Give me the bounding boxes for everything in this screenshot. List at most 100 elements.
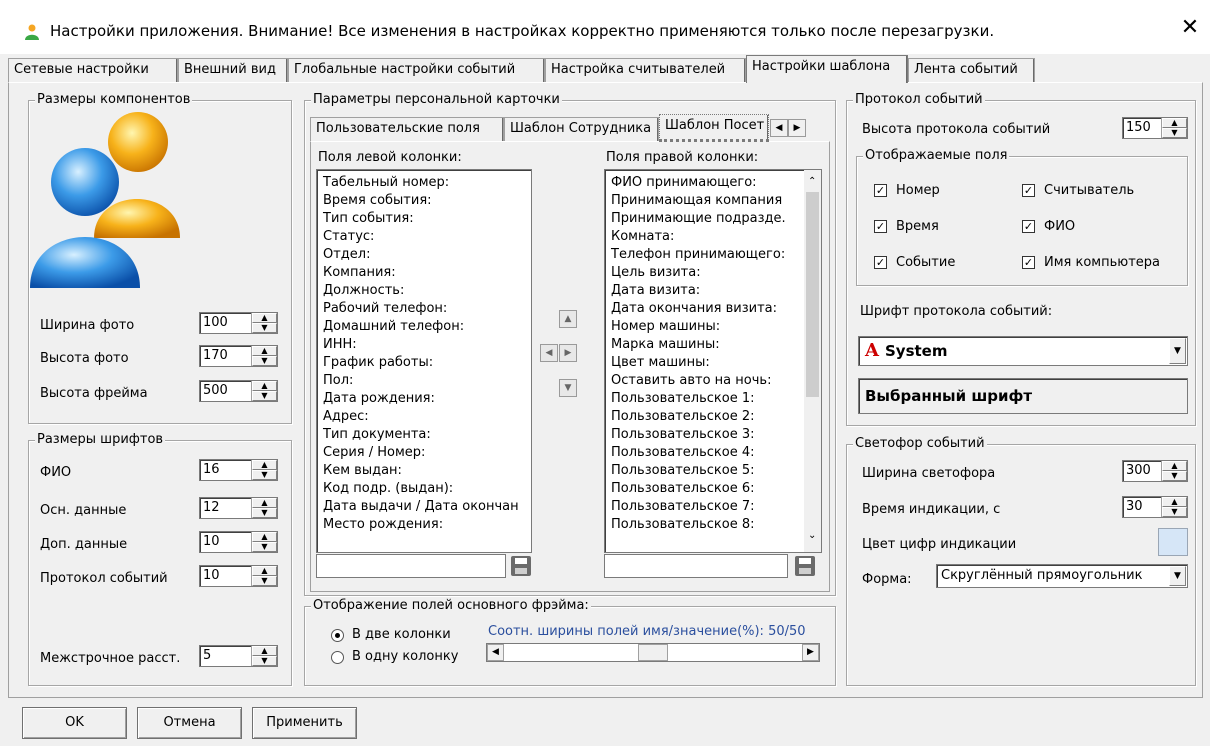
ok-button[interactable]: OK	[22, 707, 127, 739]
chevron-down-icon[interactable]: ▼	[1169, 338, 1186, 364]
left-field-input[interactable]	[316, 554, 506, 578]
frame-height-spinner[interactable]: 500 ▲ ▼	[199, 380, 278, 402]
up-arrow-icon[interactable]: ▲	[252, 646, 277, 656]
up-arrow-icon[interactable]: ▲	[252, 498, 277, 508]
scroll-up-icon[interactable]: ⌃	[808, 176, 816, 187]
list-item[interactable]: Рабочий телефон:	[323, 300, 447, 318]
field-computer-label[interactable]: Имя компьютера	[1044, 255, 1160, 270]
field-event-checkbox[interactable]: ✓	[874, 256, 887, 269]
list-item[interactable]: Должность:	[323, 282, 404, 300]
list-item[interactable]: Компания:	[323, 264, 396, 282]
list-item[interactable]: ИНН:	[323, 336, 357, 354]
field-fio-checkbox[interactable]: ✓	[1022, 220, 1035, 233]
two-columns-label[interactable]: В две колонки	[352, 627, 451, 642]
fio-size-spinner[interactable]: 16 ▲ ▼	[199, 459, 278, 481]
ratio-slider[interactable]: ◀ ▶	[486, 643, 820, 662]
two-columns-radio[interactable]	[331, 629, 344, 642]
list-item[interactable]: Дата окончания визита:	[611, 300, 777, 318]
list-item[interactable]: Цвет машины:	[611, 354, 710, 372]
shape-select[interactable]: Скруглённый прямоугольник ▼	[936, 564, 1188, 588]
list-item[interactable]: Цель визита:	[611, 264, 701, 282]
left-fields-list[interactable]: Табельный номер: Время события: Тип собы…	[316, 169, 532, 553]
list-item[interactable]: Телефон принимающего:	[611, 246, 785, 264]
list-item[interactable]: Серия / Номер:	[323, 444, 425, 462]
list-item[interactable]: Пол:	[323, 372, 353, 390]
extra-data-size-spinner[interactable]: 10 ▲ ▼	[199, 531, 278, 553]
main-data-size-spinner[interactable]: 12 ▲ ▼	[199, 497, 278, 519]
up-arrow-icon[interactable]: ▲	[252, 460, 277, 470]
list-item[interactable]: Адрес:	[323, 408, 369, 426]
font-select[interactable]: A System ▼	[858, 336, 1188, 366]
down-arrow-icon[interactable]: ▼	[252, 576, 277, 586]
one-column-radio[interactable]	[331, 651, 344, 664]
indication-time-spinner[interactable]: 30 ▲ ▼	[1122, 496, 1188, 518]
protocol-size-spinner[interactable]: 10 ▲ ▼	[199, 565, 278, 587]
apply-button[interactable]: Применить	[252, 707, 357, 739]
down-arrow-icon[interactable]: ▼	[1162, 507, 1187, 517]
tab-event-feed[interactable]: Лента событий	[908, 58, 1035, 82]
list-item[interactable]: Пользовательское 8:	[611, 516, 754, 534]
close-icon[interactable]: ✕	[1178, 16, 1202, 40]
up-arrow-icon[interactable]: ▲	[252, 566, 277, 576]
up-arrow-icon[interactable]: ▲	[252, 381, 277, 391]
photo-width-spinner[interactable]: 100 ▲ ▼	[199, 312, 278, 334]
slider-right-icon[interactable]: ▶	[802, 644, 819, 661]
save-icon[interactable]	[794, 555, 816, 577]
list-item[interactable]: Домашний телефон:	[323, 318, 464, 336]
protocol-height-spinner[interactable]: 150 ▲ ▼	[1122, 117, 1188, 139]
tab-scroll-left-icon[interactable]: ◀	[770, 119, 788, 137]
list-item[interactable]: Пользовательское 3:	[611, 426, 754, 444]
slider-thumb[interactable]	[638, 644, 668, 661]
tab-template[interactable]: Настройки шаблона	[746, 55, 908, 83]
field-time-checkbox[interactable]: ✓	[874, 220, 887, 233]
list-item[interactable]: Комната:	[611, 228, 674, 246]
save-icon[interactable]	[510, 555, 532, 577]
move-down-icon[interactable]: ▼	[559, 379, 577, 397]
list-item[interactable]: Табельный номер:	[323, 174, 449, 192]
traffic-width-spinner[interactable]: 300 ▲ ▼	[1122, 460, 1188, 482]
list-item[interactable]: Дата визита:	[611, 282, 700, 300]
field-number-label[interactable]: Номер	[896, 183, 940, 198]
up-arrow-icon[interactable]: ▲	[252, 346, 277, 356]
down-arrow-icon[interactable]: ▼	[1162, 128, 1187, 138]
cancel-button[interactable]: Отмена	[137, 707, 242, 739]
photo-height-spinner[interactable]: 170 ▲ ▼	[199, 345, 278, 367]
field-time-label[interactable]: Время	[896, 219, 939, 234]
move-left-icon[interactable]: ◀	[540, 344, 558, 362]
right-fields-list[interactable]: ФИО принимающего: Принимающая компания П…	[604, 169, 822, 553]
down-arrow-icon[interactable]: ▼	[252, 470, 277, 480]
tab-scroll-right-icon[interactable]: ▶	[788, 119, 806, 137]
tab-network[interactable]: Сетевые настройки	[8, 58, 178, 82]
list-item[interactable]: Тип документа:	[323, 426, 431, 444]
move-up-icon[interactable]: ▲	[559, 310, 577, 328]
list-item[interactable]: Статус:	[323, 228, 374, 246]
field-computer-checkbox[interactable]: ✓	[1022, 256, 1035, 269]
tab-appearance[interactable]: Внешний вид	[178, 58, 288, 82]
list-item[interactable]: Пользовательское 5:	[611, 462, 754, 480]
subtab-custom-fields[interactable]: Пользовательские поля	[310, 117, 504, 141]
down-arrow-icon[interactable]: ▼	[252, 542, 277, 552]
field-number-checkbox[interactable]: ✓	[874, 184, 887, 197]
slider-left-icon[interactable]: ◀	[487, 644, 504, 661]
list-item[interactable]: Время события:	[323, 192, 432, 210]
list-item[interactable]: Код подр. (выдан):	[323, 480, 453, 498]
list-item[interactable]: Оставить авто на ночь:	[611, 372, 771, 390]
list-item[interactable]: График работы:	[323, 354, 433, 372]
down-arrow-icon[interactable]: ▼	[1162, 471, 1187, 481]
right-field-input[interactable]	[604, 554, 788, 578]
chevron-down-icon[interactable]: ▼	[1169, 566, 1186, 586]
list-item[interactable]: Тип события:	[323, 210, 414, 228]
subtab-visitor-template[interactable]: Шаблон Посет	[659, 114, 769, 142]
list-item[interactable]: Номер машины:	[611, 318, 720, 336]
up-arrow-icon[interactable]: ▲	[252, 313, 277, 323]
vertical-scrollbar[interactable]: ⌃ ⌄	[804, 170, 821, 552]
list-item[interactable]: Место рождения:	[323, 516, 443, 534]
field-reader-checkbox[interactable]: ✓	[1022, 184, 1035, 197]
field-fio-label[interactable]: ФИО	[1044, 219, 1075, 234]
list-item[interactable]: Принимающие подразде.	[611, 210, 786, 228]
list-item[interactable]: Принимающая компания	[611, 192, 782, 210]
list-item[interactable]: Отдел:	[323, 246, 370, 264]
list-item[interactable]: Пользовательское 4:	[611, 444, 754, 462]
down-arrow-icon[interactable]: ▼	[252, 323, 277, 333]
up-arrow-icon[interactable]: ▲	[1162, 118, 1187, 128]
